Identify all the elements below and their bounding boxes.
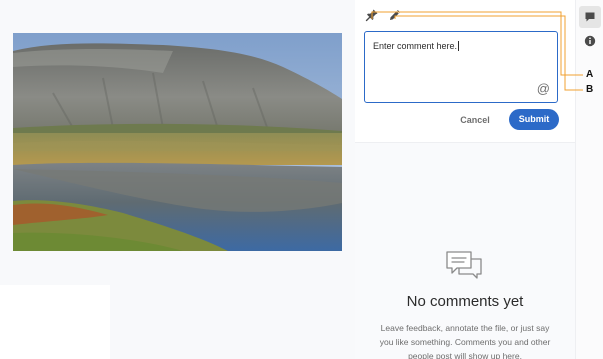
info-tab[interactable] [579,30,601,52]
comment-input-text[interactable]: Enter comment here. [373,41,460,51]
comments-empty-state: No comments yet Leave feedback, annotate… [355,142,575,359]
comment-input[interactable]: Enter comment here. @ [364,31,558,103]
empty-state-description: Leave feedback, annotate the file, or ju… [379,323,551,359]
mention-button[interactable]: @ [537,81,550,96]
comments-tab[interactable] [579,6,601,28]
comment-icon [584,11,596,23]
canvas-blank-area [0,285,110,359]
pin-icon[interactable] [365,8,379,22]
cancel-button[interactable]: Cancel [455,112,495,128]
document-image[interactable] [13,33,342,251]
info-icon [584,35,596,47]
document-canvas [0,0,355,359]
submit-button[interactable]: Submit [509,109,559,130]
empty-state-title: No comments yet [406,293,524,310]
comments-panel: Enter comment here. @ Cancel Submit No c… [355,0,575,359]
landscape-image [13,33,342,251]
side-rail [575,0,603,359]
pencil-icon[interactable] [388,8,402,22]
chat-bubbles-icon [444,249,484,281]
